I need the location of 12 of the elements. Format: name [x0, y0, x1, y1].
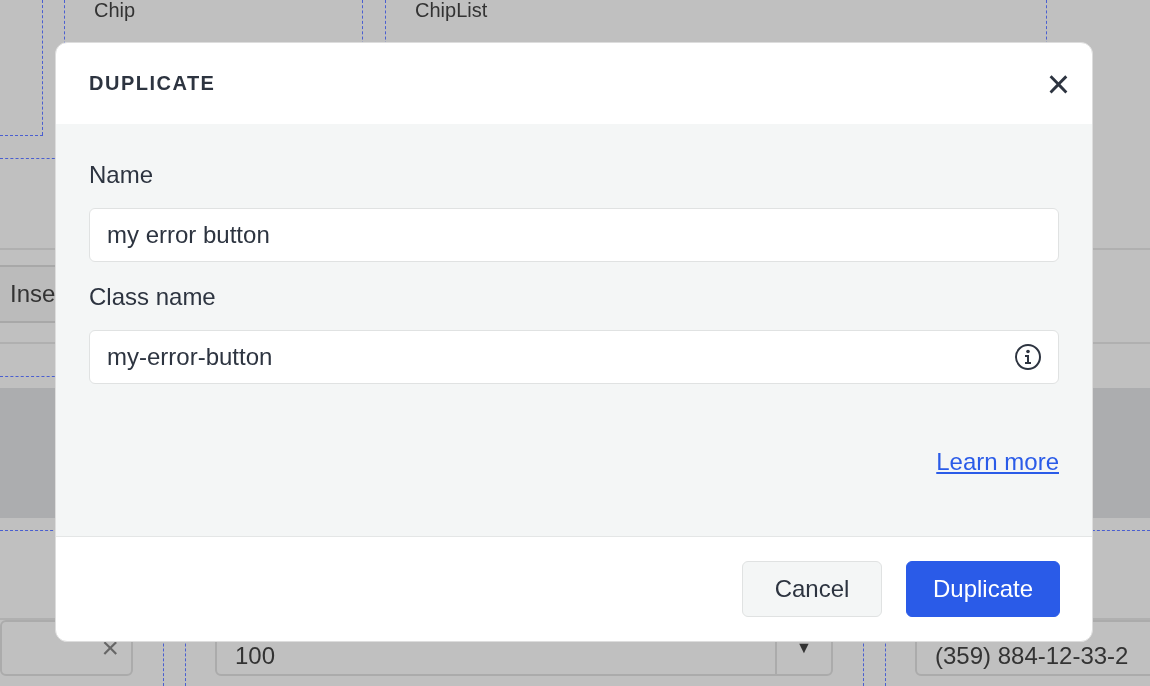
cancel-button[interactable]: Cancel: [742, 561, 882, 617]
component-label: ChipList: [415, 0, 488, 22]
learn-more-link[interactable]: Learn more: [936, 448, 1059, 476]
close-button[interactable]: ×: [1046, 63, 1070, 104]
field-label: Class name: [89, 282, 217, 312]
input-field[interactable]: my error button: [89, 208, 1059, 262]
input-field[interactable]: my-error-button: [89, 330, 1059, 384]
component-label: Chip: [94, 0, 136, 22]
field-label: Name: [89, 160, 155, 190]
dialog-title: DUPLICATE: [89, 72, 216, 95]
info-icon[interactable]: [1014, 343, 1042, 371]
duplicate-button[interactable]: Duplicate: [906, 561, 1060, 617]
